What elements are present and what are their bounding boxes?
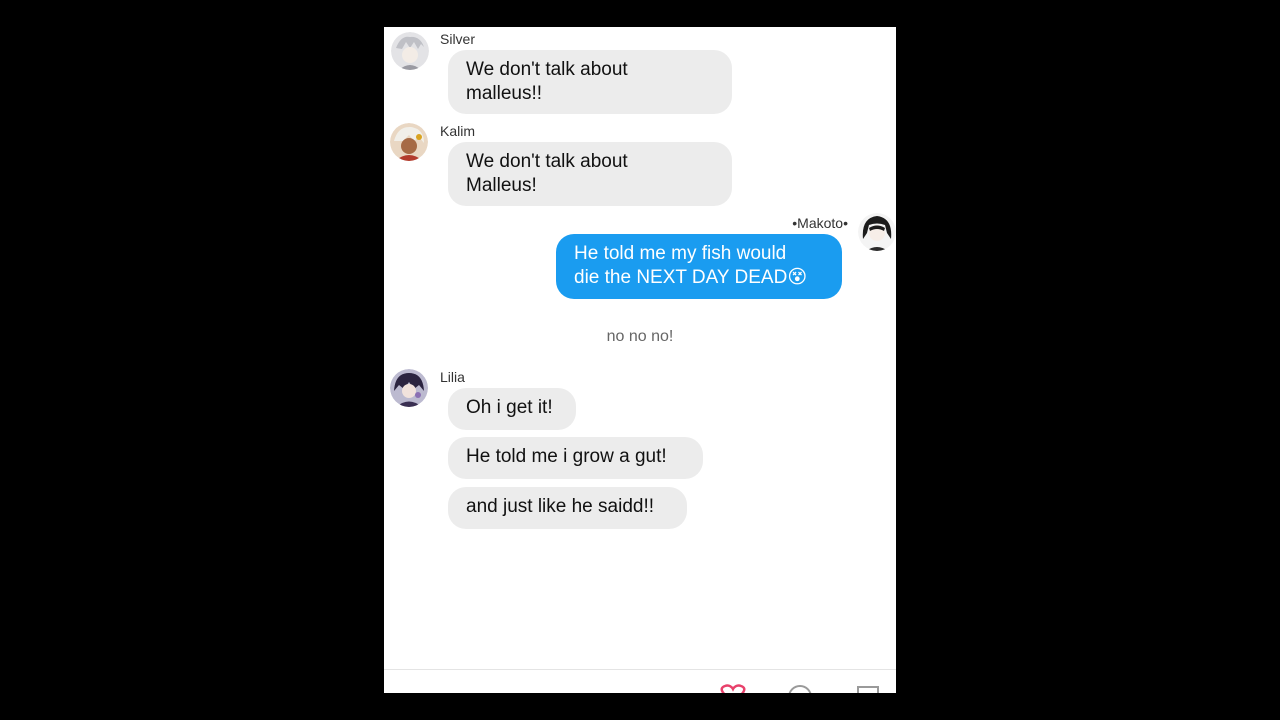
message-bubble: We don't talk about Malleus! xyxy=(448,142,732,206)
message-bubble-outgoing: He told me my fish would die the NEXT DA… xyxy=(556,234,842,299)
system-message: no no no! xyxy=(606,328,674,345)
message-line: Malleus! xyxy=(466,175,537,196)
message-bubble: and just like he saidd!! xyxy=(448,487,687,529)
message-line: We don't talk about xyxy=(466,59,628,80)
sender-name: Lilia xyxy=(440,369,465,385)
message-line: He told me my fish would xyxy=(574,243,787,264)
message-bubble: Oh i get it! xyxy=(448,388,576,430)
share-icon[interactable] xyxy=(855,683,881,693)
message-bubble: We don't talk about malleus!! xyxy=(448,50,732,114)
avatar-lilia[interactable] xyxy=(390,369,428,407)
sender-name: •Makoto• xyxy=(792,215,848,231)
avatar-silver[interactable] xyxy=(391,32,429,70)
chat-screen: Silver We don't talk about malleus!! Kal… xyxy=(384,27,896,693)
message-line: die the NEXT DAY DEAD😵 xyxy=(574,267,808,288)
bottom-bar-divider xyxy=(384,669,896,670)
avatar-kalim[interactable] xyxy=(390,123,428,161)
sender-name: Kalim xyxy=(440,123,476,139)
message-line: malleus!! xyxy=(466,83,543,104)
sender-name: Silver xyxy=(440,31,476,47)
chat-icon[interactable] xyxy=(786,683,814,693)
message-bubble: He told me i grow a gut! xyxy=(448,437,703,479)
heart-icon[interactable] xyxy=(717,683,749,693)
message-line: We don't talk about xyxy=(466,151,628,172)
avatar-makoto[interactable] xyxy=(858,213,896,251)
